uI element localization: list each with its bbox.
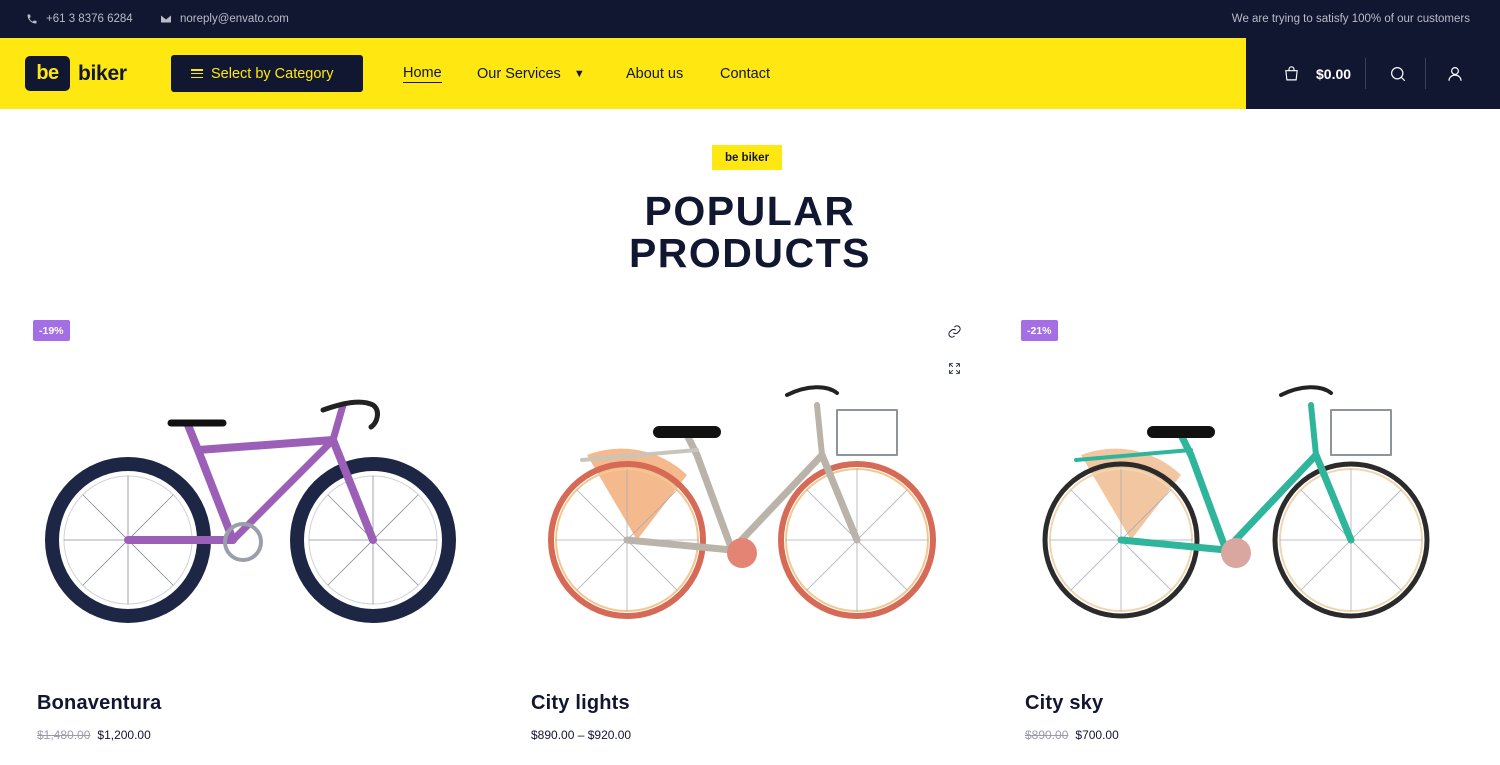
old-price: $890.00 [1025,728,1069,742]
product-link-button[interactable] [947,324,962,344]
chevron-down-icon: ▼ [573,67,585,80]
user-icon [1448,66,1462,81]
product-card[interactable]: -19% Bonaventura $1,480.00 $1,200.00 [33,320,473,750]
product-price: $890.00 $700.00 [1025,728,1119,742]
site-logo[interactable]: be biker [25,56,127,91]
email-contact[interactable]: noreply@envato.com [160,0,289,38]
nav-about-us[interactable]: About us [626,38,683,109]
logo-text: biker [78,61,127,85]
sale-badge: -21% [1021,320,1058,341]
nav-our-services[interactable]: Our Services ▼ [477,38,585,109]
product-image-road-bike[interactable] [43,365,463,635]
product-name[interactable]: City lights [531,692,630,715]
select-category-label: Select by Category [211,65,334,82]
sale-badge: -19% [33,320,70,341]
top-bar: +61 3 8376 6284 noreply@envato.com We ar… [0,0,1500,38]
main-header: be biker Select by Category Home Our Ser… [0,38,1500,109]
product-price: $890.00 – $920.00 [531,728,631,742]
section-title-line2: PRODUCTS [628,230,872,276]
link-icon [948,325,961,338]
cart-total: $0.00 [1316,65,1352,82]
nav-home-label: Home [403,64,442,83]
nav-contact-label: Contact [720,65,770,82]
product-card[interactable]: -21% City sky $890.00 $700.00 [1021,320,1461,750]
email-address: noreply@envato.com [180,13,289,25]
phone-number: +61 3 8376 6284 [46,13,133,25]
select-category-button[interactable]: Select by Category [171,55,363,92]
nav-home[interactable]: Home [403,38,442,109]
search-icon [1391,66,1406,81]
mail-icon [161,15,171,23]
product-name[interactable]: Bonaventura [37,692,161,715]
current-price: $700.00 [1075,728,1119,742]
product-price: $1,480.00 $1,200.00 [37,728,151,742]
price-range: $890.00 – $920.00 [531,728,632,742]
header-divider [1365,58,1366,89]
section-title: POPULAR PRODUCTS [0,190,1500,274]
cart-icon [1285,66,1298,81]
current-price: $1,200.00 [97,728,151,742]
section-title-line1: POPULAR [644,188,856,234]
cart-button[interactable]: $0.00 [1283,38,1351,109]
product-card[interactable]: City lights $890.00 – $920.00 [527,320,967,750]
topbar-tagline: We are trying to satisfy 100% of our cus… [1231,13,1470,25]
phone-icon [27,14,37,24]
search-button[interactable] [1389,38,1407,109]
account-button[interactable] [1446,38,1464,109]
product-image-city-bike[interactable] [1031,365,1451,635]
nav-contact[interactable]: Contact [720,38,770,109]
section-badge: be biker [712,145,782,170]
header-divider [1425,58,1426,89]
product-name[interactable]: City sky [1025,692,1103,715]
logo-mark: be [25,56,70,91]
menu-icon [191,69,203,78]
nav-services-label: Our Services [477,65,561,82]
product-image-city-bike[interactable] [537,365,957,635]
old-price: $1,480.00 [37,728,91,742]
phone-contact[interactable]: +61 3 8376 6284 [26,0,133,38]
nav-about-label: About us [626,65,684,82]
